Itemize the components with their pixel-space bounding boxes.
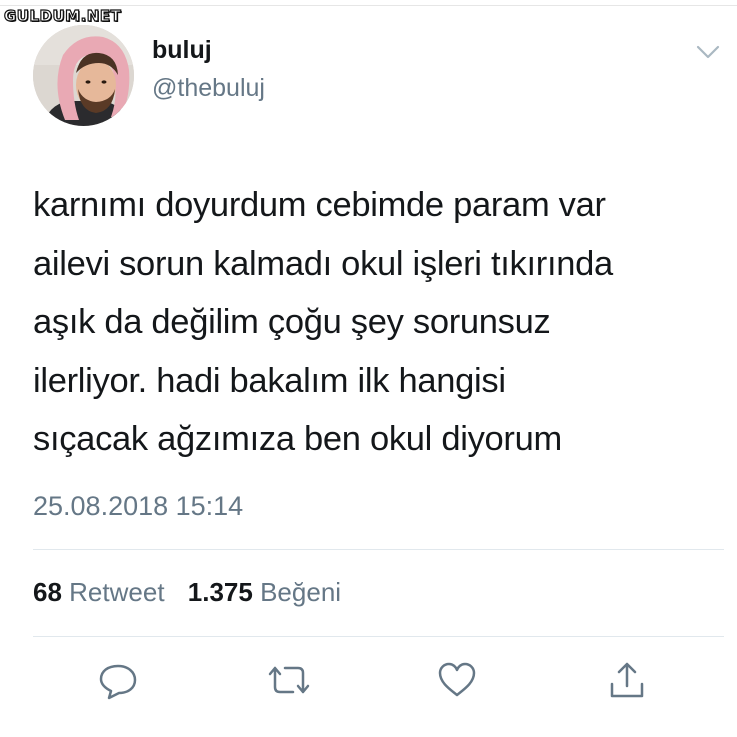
retweet-count[interactable]: 68: [33, 577, 62, 607]
top-border: [0, 5, 737, 6]
tweet-text-line: karnımı doyurdum cebimde param var: [33, 186, 606, 224]
tweet-text-line: aşık da değilim çoğu şey sorunsuz: [33, 303, 551, 341]
heart-icon[interactable]: [437, 660, 477, 700]
divider: [33, 636, 724, 637]
divider: [33, 549, 724, 550]
retweet-icon[interactable]: [267, 660, 310, 700]
tweet-timestamp[interactable]: 25.08.2018 15:14: [33, 491, 243, 522]
engagement-stats: 68 Retweet 1.375 Beğeni: [33, 577, 341, 608]
reply-icon[interactable]: [98, 660, 138, 700]
like-label[interactable]: Beğeni: [260, 577, 341, 607]
retweet-label[interactable]: Retweet: [69, 577, 164, 607]
author-name[interactable]: buluj: [152, 36, 212, 65]
tweet-text: karnımı doyurdum cebimde param var ailev…: [33, 176, 723, 469]
avatar-photo: [33, 25, 134, 126]
chevron-down-icon[interactable]: [696, 44, 720, 60]
author-handle[interactable]: @thebuluj: [152, 74, 265, 103]
avatar[interactable]: [33, 25, 134, 126]
share-icon[interactable]: [607, 660, 647, 700]
tweet-text-line: sıçacak ağzımıza ben okul diyorum: [33, 420, 562, 458]
tweet-text-line: ailevi sorun kalmadı okul işleri tıkırın…: [33, 244, 613, 283]
like-count[interactable]: 1.375: [188, 577, 253, 607]
watermark-logo: GULDUM.NET: [3, 6, 122, 25]
tweet-text-line: ilerliyor. hadi bakalım ilk hangisi: [33, 361, 506, 400]
